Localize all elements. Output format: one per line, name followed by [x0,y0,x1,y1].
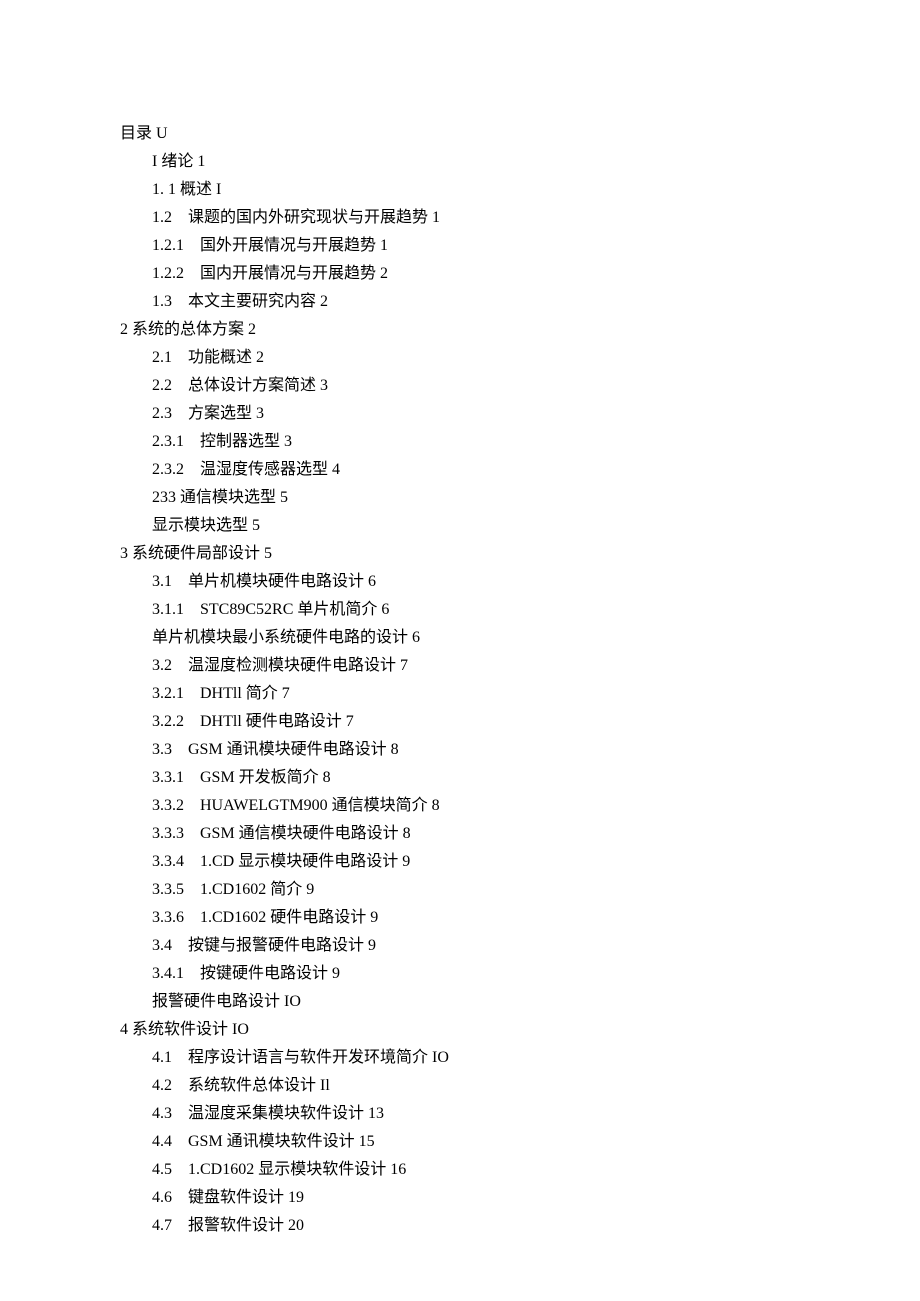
toc-entry: 233 通信模块选型 5 [152,484,800,512]
toc-entry: I 绪论 1 [152,148,800,176]
toc-entry: 2 系统的总体方案 2 [120,316,800,344]
toc-entry: 2.2 总体设计方案简述 3 [152,372,800,400]
toc-entry: 3.2 温湿度检测模块硬件电路设计 7 [152,652,800,680]
toc-entry: 1.2.2 国内开展情况与开展趋势 2 [152,260,800,288]
toc-entry: 1. 1 概述 I [152,176,800,204]
toc-entry: 3.3.4 1.CD 显示模块硬件电路设计 9 [152,848,800,876]
toc-entry: 1.2.1 国外开展情况与开展趋势 1 [152,232,800,260]
toc-entry: 2.3 方案选型 3 [152,400,800,428]
toc-entry: 3.1.1 STC89C52RC 单片机简介 6 [152,596,800,624]
toc-entry: 3.3.2 HUAWELGTM900 通信模块简介 8 [152,792,800,820]
toc-entry: 3.3.1 GSM 开发板简介 8 [152,764,800,792]
toc-entry: 4.3 温湿度采集模块软件设计 13 [152,1100,800,1128]
toc-entry: 2.3.2 温湿度传感器选型 4 [152,456,800,484]
table-of-contents: 目录 UI 绪论 11. 1 概述 I1.2 课题的国内外研究现状与开展趋势 1… [120,120,800,1240]
toc-entry: 3.1 单片机模块硬件电路设计 6 [152,568,800,596]
toc-entry: 4.6 键盘软件设计 19 [152,1184,800,1212]
toc-entry: 1.2 课题的国内外研究现状与开展趋势 1 [152,204,800,232]
toc-entry: 3.2.1 DHTll 简介 7 [152,680,800,708]
toc-entry: 4 系统软件设计 IO [120,1016,800,1044]
toc-entry: 3.4 按键与报警硬件电路设计 9 [152,932,800,960]
toc-entry: 3.3 GSM 通讯模块硬件电路设计 8 [152,736,800,764]
toc-entry: 3.3.6 1.CD1602 硬件电路设计 9 [152,904,800,932]
toc-entry: 单片机模块最小系统硬件电路的设计 6 [152,624,800,652]
toc-entry: 4.2 系统软件总体设计 Il [152,1072,800,1100]
toc-entry: 2.3.1 控制器选型 3 [152,428,800,456]
toc-entry: 3.4.1 按键硬件电路设计 9 [152,960,800,988]
toc-entry: 显示模块选型 5 [152,512,800,540]
toc-entry: 4.4 GSM 通讯模块软件设计 15 [152,1128,800,1156]
toc-entry: 报警硬件电路设计 IO [152,988,800,1016]
toc-entry: 4.5 1.CD1602 显示模块软件设计 16 [152,1156,800,1184]
toc-entry: 2.1 功能概述 2 [152,344,800,372]
toc-entry: 4.7 报警软件设计 20 [152,1212,800,1240]
toc-entry: 3.3.3 GSM 通信模块硬件电路设计 8 [152,820,800,848]
toc-entry: 3.3.5 1.CD1602 简介 9 [152,876,800,904]
toc-entry: 1.3 本文主要研究内容 2 [152,288,800,316]
toc-entry: 4.1 程序设计语言与软件开发环境简介 IO [152,1044,800,1072]
toc-entry: 3.2.2 DHTll 硬件电路设计 7 [152,708,800,736]
toc-entry: 目录 U [120,120,800,148]
toc-entry: 3 系统硬件局部设计 5 [120,540,800,568]
